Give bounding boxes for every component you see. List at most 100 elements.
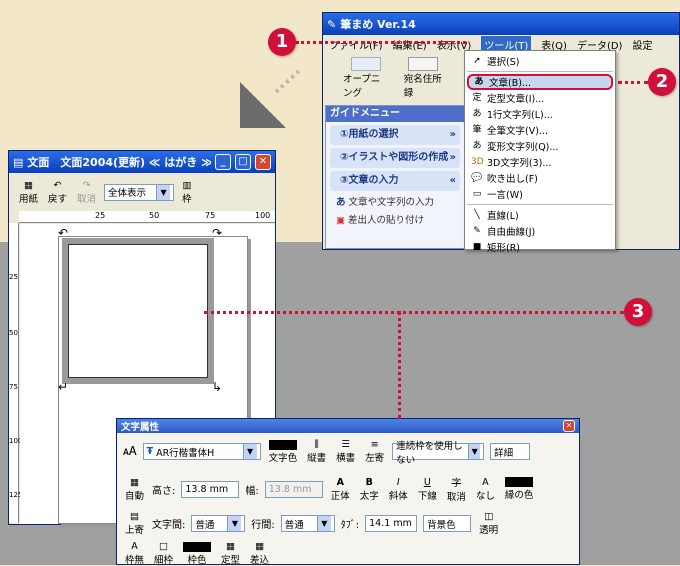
rotate-handle-icon[interactable]: ↵	[58, 380, 68, 394]
strike-icon: 字	[451, 478, 462, 489]
italic-icon: I	[396, 476, 400, 488]
line-spacing-select[interactable]: 普通 ▼	[280, 515, 335, 532]
chevron-down-icon: ▼	[227, 516, 242, 531]
strike-button[interactable]: 字取消	[445, 475, 468, 503]
callout-2-line	[618, 81, 648, 84]
align-left-icon: ≡	[370, 439, 379, 450]
tab-input[interactable]: 14.1 mm	[365, 515, 418, 532]
guide-section-text[interactable]: ③文章の入力 «	[330, 171, 460, 191]
menu-item-brush-text-label: 全筆文字(V)...	[487, 126, 548, 137]
spacing-row: ▤ 上寄 文字間: 普通 ▼ 行間: 普通 ▼ ﾀﾌﾞ: 14.1 mm 背景色 ◫ 透…	[123, 511, 500, 536]
guide-sub-sender-paste[interactable]: ▣ 差出人の貼り付け	[326, 212, 464, 230]
pointer-arrow-icon	[240, 68, 302, 128]
fixed-button[interactable]: ▦ 定型	[219, 541, 242, 566]
menu-edit[interactable]: 編集(E)	[393, 37, 427, 52]
transparent-icon: ◫	[484, 511, 494, 522]
menu-item-freehand[interactable]: ✎ 自由曲線(J)	[467, 223, 613, 239]
consecutive-value: 連続枠を使用しない	[396, 440, 463, 466]
menu-item-balloon[interactable]: 💬 吹き出し(F)	[467, 170, 613, 186]
menu-item-transform-text[interactable]: あ変形文字列(Q)...	[467, 138, 613, 154]
bg-color-button[interactable]: 背景色	[423, 515, 472, 532]
menu-item-select[interactable]: ➚ 選択(S)	[467, 53, 613, 69]
ruler-top-tick: 50	[149, 211, 160, 220]
callout-2: 2	[648, 68, 676, 96]
guide-section-illust[interactable]: ②イラストや図形の作成»	[330, 148, 460, 168]
zoom-select[interactable]: 全体表示 ▼	[104, 183, 175, 201]
menu-settings[interactable]: 設定	[632, 37, 652, 52]
brush-icon: 筆	[472, 125, 482, 135]
menu-item-template-text[interactable]: 定定型文章(I)...	[467, 90, 613, 106]
menu-item-oneword[interactable]: ▭ 一言(W)	[467, 186, 613, 202]
transform-icon: あ	[472, 141, 482, 151]
font-select[interactable]: Ŧ AR行楷書体H ▼	[142, 443, 261, 460]
frame-button[interactable]: ▥ 枠	[180, 180, 194, 205]
guide-sub-text-input[interactable]: あ 文章や文字列の入力	[326, 194, 464, 212]
horizontal-button[interactable]: ☰ 横書	[334, 439, 357, 464]
size-row: ▦ 自動 高さ: 13.8 mm 幅: 13.8 mm A 正体 B 太字 I 斜体 U…	[123, 475, 536, 504]
rotate-handle-icon[interactable]: ↶	[58, 226, 68, 240]
close-button[interactable]: ✕	[255, 154, 271, 170]
menu-item-line[interactable]: ╲ 直線(L)	[467, 207, 613, 223]
height-input[interactable]: 13.8 mm	[181, 480, 240, 498]
text-color-button[interactable]: 文字色	[267, 439, 300, 464]
guide-section-paper[interactable]: ①用紙の選択 »	[330, 125, 460, 145]
horizontal-icon: ☰	[341, 439, 350, 450]
ruler-left-tick: 75	[9, 383, 18, 391]
vertical-button[interactable]: ⫼ 縦書	[305, 439, 328, 464]
none-button[interactable]: A なし	[474, 477, 497, 502]
close-button[interactable]: ✕	[563, 420, 575, 432]
address-book-button[interactable]: 宛名住所録	[404, 57, 443, 99]
maximize-button[interactable]: □	[235, 154, 251, 170]
balloon-icon: 💬	[471, 173, 483, 183]
bold-button[interactable]: B 太字	[358, 477, 381, 502]
width-input[interactable]: 13.8 mm	[264, 480, 323, 498]
chevron-up-icon: «	[449, 175, 456, 186]
menu-item-text[interactable]: あ文章(B)...	[467, 74, 613, 90]
paper-button[interactable]: ▦ 用紙	[17, 180, 40, 205]
menu-item-brush-text[interactable]: 筆全筆文字(V)...	[467, 122, 613, 138]
frame-none-button[interactable]: A 枠無	[123, 541, 146, 566]
top-align-icon: ▤	[130, 511, 139, 522]
opening-button[interactable]: オープニング	[343, 57, 390, 99]
ruler-top-tick: 25	[95, 211, 106, 220]
menu-item-template-label: 定型文章(I)...	[487, 94, 545, 105]
menu-item-line-text[interactable]: あ 1行文字列(L)...	[467, 106, 613, 122]
ruler-left-tick: 25	[9, 273, 18, 281]
tab-label: ﾀﾌﾞ:	[340, 520, 360, 531]
doc-title: 文面 文面2004(更新) ≪ はがき ≫	[27, 156, 211, 169]
tab-value: 14.1 mm	[369, 518, 412, 529]
detail-button[interactable]: 詳細	[490, 443, 531, 460]
insert-button[interactable]: ▦ 差込	[248, 541, 271, 566]
vertical-label: 縦書	[307, 453, 327, 464]
rect-icon: ■	[472, 242, 482, 252]
char-spacing-select[interactable]: 普通 ▼	[191, 515, 246, 532]
regular-button[interactable]: A 正体	[329, 477, 352, 502]
vertical-icon: ⫼	[314, 439, 319, 450]
undo-button[interactable]: ↶ 戻す	[46, 180, 69, 205]
guide-menu-title: ガイドメニュー	[326, 106, 464, 122]
align-left-button[interactable]: ≡ 左寄	[363, 439, 386, 464]
consecutive-select[interactable]: 連続枠を使用しない ▼	[392, 441, 485, 466]
cancel-label: 取消	[77, 193, 97, 205]
minimize-button[interactable]: _	[215, 154, 231, 170]
frame-color-button[interactable]: 枠色	[181, 541, 213, 566]
menu-file[interactable]: ファイル(F)	[329, 37, 383, 52]
auto-button[interactable]: ▦ 自動	[123, 477, 146, 502]
menu-item-balloon-label: 吹き出し(F)	[487, 174, 538, 185]
menu-item-3d-text[interactable]: 3D 3D文字列(3)...	[467, 154, 613, 170]
rotate-handle-icon[interactable]: ↳	[212, 380, 222, 394]
text-frame[interactable]	[62, 238, 214, 384]
ruler-top-tick: 100	[255, 211, 271, 220]
doc-icon: ▤	[13, 155, 24, 169]
underline-button[interactable]: U 下線	[416, 477, 439, 502]
transparent-button[interactable]: ◫ 透明	[477, 511, 500, 536]
edge-color-button[interactable]: 縁の色	[503, 477, 536, 501]
top-align-button[interactable]: ▤ 上寄	[123, 511, 146, 536]
rotate-handle-icon[interactable]: ↷	[212, 226, 222, 240]
menu-item-rect[interactable]: ■ 矩形(R)	[467, 239, 613, 255]
cancel-button[interactable]: ↷ 取消	[75, 180, 98, 205]
italic-button[interactable]: I 斜体	[387, 477, 410, 502]
chevron-down-icon: »	[449, 129, 456, 140]
thin-frame-button[interactable]: □ 細枠	[152, 541, 175, 566]
width-value: 13.8 mm	[268, 483, 312, 495]
